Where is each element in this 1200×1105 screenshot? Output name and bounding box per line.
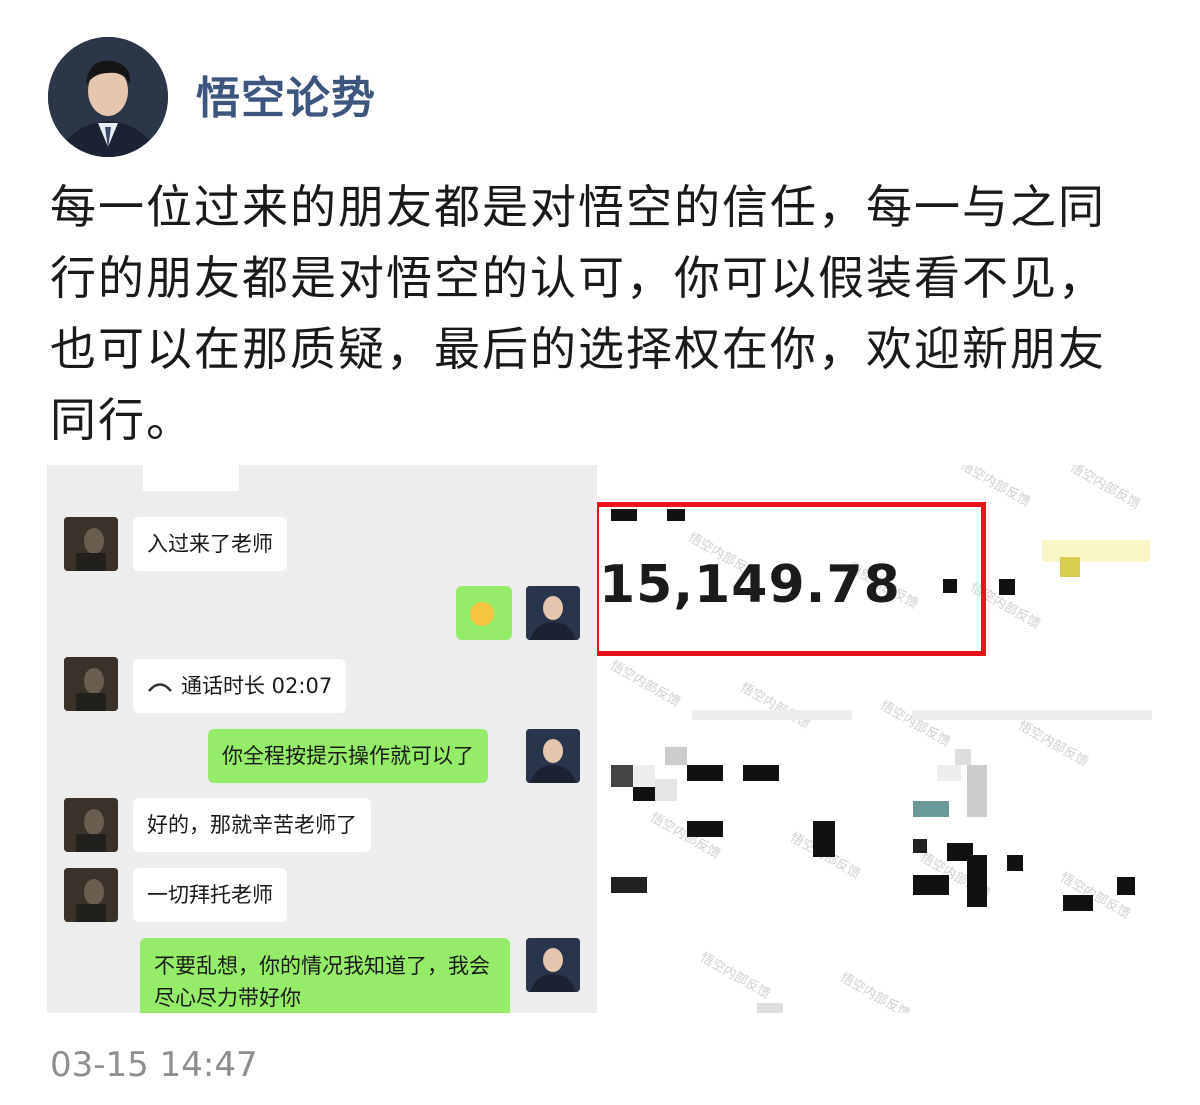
teacher-avatar — [526, 586, 580, 640]
chat-panel: 入过来了老师 通话时长 02:07 你全程按提示操作就可以了 好的，那就辛苦老师… — [47, 465, 597, 1013]
chat-message: 入过来了老师 — [133, 517, 287, 571]
author-name[interactable]: 悟空论势 — [196, 62, 376, 126]
watermark: 悟空内部反馈 — [837, 970, 913, 1013]
watermark: 悟空内部反馈 — [697, 950, 773, 1003]
watermark: 悟空内部反馈 — [1067, 465, 1143, 513]
cropped-bubble — [143, 465, 239, 491]
ok-hand-emoji-icon — [470, 602, 494, 626]
contact-avatar — [64, 517, 118, 571]
chat-message: 你全程按提示操作就可以了 — [208, 729, 488, 783]
amount-highlight-box — [597, 502, 986, 656]
account-screenshot: 悟空内部反馈 悟空内部反馈 悟空内部反馈 悟空内部反馈 悟空内部反馈 悟空内部反… — [597, 465, 1153, 1013]
watermark: 悟空内部反馈 — [877, 698, 953, 751]
teacher-avatar — [526, 729, 580, 783]
author-avatar[interactable] — [48, 37, 168, 157]
post-timestamp: 03-15 14:47 — [50, 1045, 258, 1085]
teacher-avatar — [526, 938, 580, 992]
watermark: 悟空内部反馈 — [737, 680, 813, 733]
contact-avatar — [64, 868, 118, 922]
watermark: 悟空内部反馈 — [1015, 718, 1091, 771]
phone-icon — [148, 683, 172, 692]
chat-message: 一切拜托老师 — [133, 868, 287, 922]
contact-avatar — [64, 657, 118, 711]
post-text: 每一位过来的朋友都是对悟空的信任，每一与之同行的朋友都是对悟空的认可，你可以假装… — [50, 180, 1106, 447]
chat-message — [456, 586, 512, 640]
post-image[interactable]: 入过来了老师 通话时长 02:07 你全程按提示操作就可以了 好的，那就辛苦老师… — [47, 465, 1153, 1013]
chat-message: 不要乱想，你的情况我知道了，我会尽心尽力带好你 — [140, 938, 510, 1013]
watermark: 悟空内部反馈 — [607, 658, 683, 711]
chat-message: 好的，那就辛苦老师了 — [133, 798, 371, 852]
contact-avatar — [64, 798, 118, 852]
call-duration-message: 通话时长 02:07 — [133, 659, 347, 713]
